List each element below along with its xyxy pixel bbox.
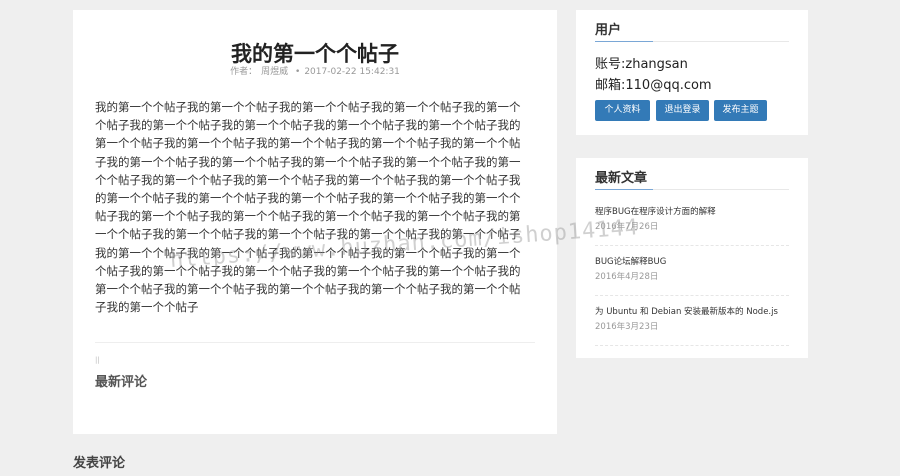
article-date: 2016年3月23日 (595, 322, 659, 332)
page: 我的第一个个帖子 作者： 周煜威 • 2017-02-22 15:42:31 我的第… (0, 0, 900, 476)
article-date: 2016年7月26日 (595, 222, 659, 232)
article-item: 为 Ubuntu 和 Debian 安装最新版本的 Node.js 2016年3… (595, 306, 789, 333)
new-topic-button[interactable]: 发布主题 (714, 100, 767, 121)
article-item: 程序BUG在程序设计方面的解释 2016年7月26日 (595, 206, 789, 233)
author-name[interactable]: 周煜威 (261, 67, 288, 77)
post-panel: 我的第一个个帖子 作者： 周煜威 • 2017-02-22 15:42:31 我的第… (73, 10, 557, 434)
article-separator (595, 295, 789, 296)
post-date: 2017-02-22 15:42:31 (304, 67, 400, 77)
user-panel-heading: 用户 (595, 23, 622, 38)
user-email: 邮箱:110@qq.com (595, 78, 712, 93)
post-comment-heading: 发表评论 (73, 456, 126, 471)
article-link[interactable]: 为 Ubuntu 和 Debian 安装最新版本的 Node.js (595, 306, 789, 318)
article-separator (595, 245, 789, 246)
article-separator (595, 345, 789, 346)
user-account: 账号:zhangsan (595, 57, 688, 72)
latest-comments-heading: 最新评论 (95, 375, 148, 390)
author-label: 作者： (230, 67, 258, 77)
post-divider (95, 342, 535, 343)
post-meta: 作者： 周煜威 • 2017-02-22 15:42:31 (73, 66, 557, 78)
heading-accent (595, 189, 653, 190)
heading-accent (595, 41, 653, 42)
article-date: 2016年4月28日 (595, 272, 659, 282)
article-item: BUG论坛解释BUG 2016年4月28日 (595, 256, 789, 283)
post-body: 我的第一个个帖子我的第一个个帖子我的第一个个帖子我的第一个个帖子我的第一个个帖子… (95, 100, 521, 315)
logout-button[interactable]: 退出登录 (656, 100, 709, 121)
profile-button[interactable]: 个人资料 (595, 100, 650, 121)
latest-articles-panel: 最新文章 程序BUG在程序设计方面的解释 2016年7月26日 BUG论坛解释B… (576, 158, 808, 358)
meta-bullet: • (295, 67, 301, 77)
comment-marker: || (95, 356, 100, 364)
article-link[interactable]: BUG论坛解释BUG (595, 256, 789, 268)
article-link[interactable]: 程序BUG在程序设计方面的解释 (595, 206, 789, 218)
articles-panel-heading: 最新文章 (595, 171, 648, 186)
post-title: 我的第一个个帖子 (231, 42, 399, 66)
user-panel: 用户 账号:zhangsan 邮箱:110@qq.com 个人资料 退出登录 发… (576, 10, 808, 135)
